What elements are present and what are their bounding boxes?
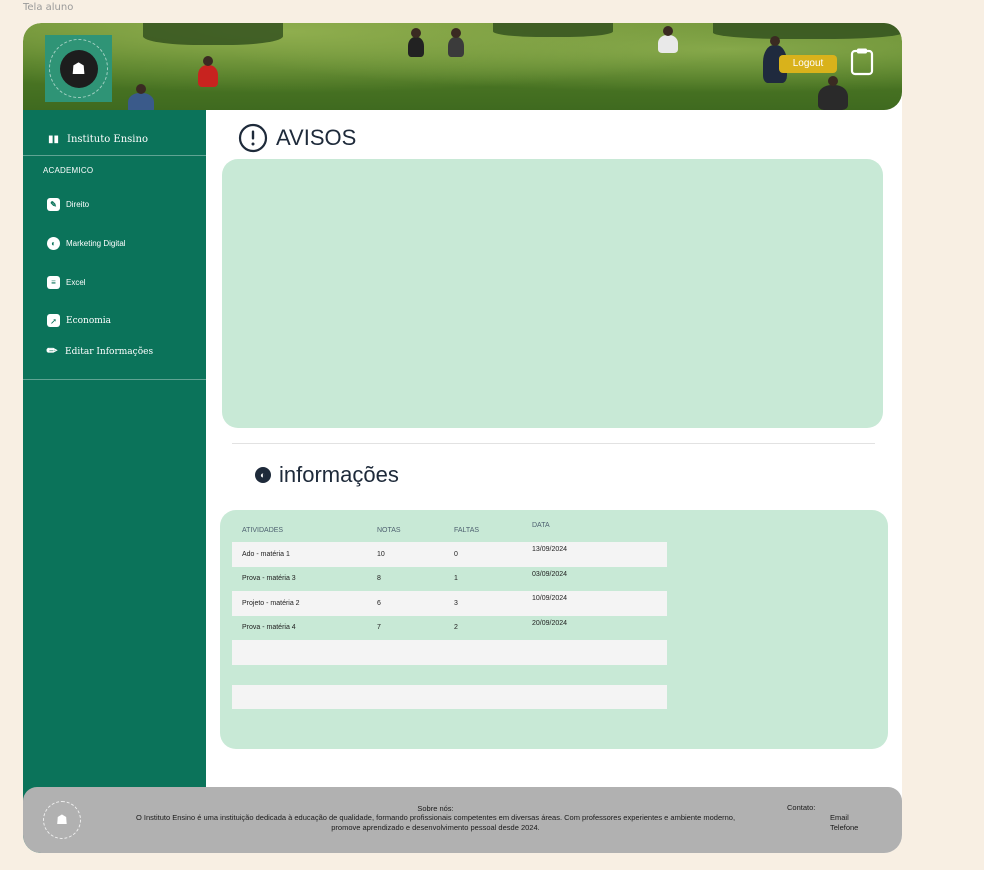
- footer-about-text: O Instituto Ensino é uma instituição ded…: [135, 813, 736, 832]
- header-banner: ☗ Logout: [23, 23, 902, 110]
- sidebar-item-label: Direito: [66, 200, 90, 209]
- table-row[interactable]: Ado - matéria 1 10 0 13/09/2024: [232, 542, 667, 567]
- banner-foliage: [493, 23, 613, 37]
- avisos-title: AVISOS: [276, 125, 357, 150]
- trend-icon: ↗: [47, 314, 60, 327]
- table-row[interactable]: Prova - matéria 3 8 1 03/09/2024: [232, 567, 667, 592]
- banner-foliage: [143, 23, 283, 45]
- sidebar-brand-label: Instituto Ensino: [67, 134, 148, 145]
- sidebar-brand[interactable]: ▮▮ Instituto Ensino: [48, 134, 148, 145]
- avisos-heading: AVISOS: [238, 123, 356, 153]
- alert-circle-icon: [238, 123, 268, 153]
- banner-person: [408, 28, 424, 57]
- banner-person: [198, 56, 218, 87]
- col-header-atividades: ATIVIDADES: [242, 526, 284, 534]
- footer-contact-phone[interactable]: Telefone: [830, 823, 858, 833]
- cell-atividade: Projeto - matéria 2: [232, 591, 367, 616]
- cell-falta: 2: [454, 624, 458, 632]
- banner-foliage: [713, 23, 902, 39]
- banner-person: [658, 26, 678, 53]
- banner-person: [128, 84, 154, 110]
- table-row-spacer: [232, 665, 667, 685]
- clipboard-icon[interactable]: [850, 47, 874, 76]
- megaphone-icon: ◐: [255, 467, 271, 483]
- logout-button[interactable]: Logout: [779, 55, 837, 73]
- cell-nota: 6: [367, 591, 444, 616]
- institute-logo: ☗: [45, 35, 112, 102]
- col-header-faltas: FALTAS: [454, 526, 480, 534]
- sidebar-item-label: Excel: [66, 278, 86, 287]
- info-title: informações: [279, 462, 399, 487]
- sidebar-item-editar-informacoes[interactable]: ✏ Editar Informações: [45, 344, 154, 359]
- sidebar-item-marketing-digital[interactable]: ◐ Marketing Digital: [47, 237, 126, 250]
- sidebar-item-label: Editar Informações: [65, 346, 154, 357]
- sidebar-divider: [23, 155, 206, 156]
- banner-person: [448, 28, 464, 57]
- col-header-notas: NOTAS: [377, 526, 401, 534]
- sidebar-divider: [23, 379, 206, 380]
- col-header-data: DATA: [532, 522, 550, 529]
- frame-label: Tela aluno: [23, 2, 74, 13]
- table-row[interactable]: Projeto - matéria 2 6 3 10/09/2024: [232, 591, 667, 616]
- footer-about-title: Sobre nós:: [417, 804, 454, 813]
- cell-falta: 0: [444, 542, 522, 567]
- footer: ☗ Sobre nós: O Instituto Ensino é uma in…: [23, 787, 902, 853]
- sidebar-item-label: Marketing Digital: [66, 239, 126, 248]
- cell-falta: 3: [444, 591, 522, 616]
- avisos-panel: [222, 159, 883, 428]
- sidebar-item-excel[interactable]: ≡ Excel: [47, 276, 86, 289]
- footer-contact-title: Contato:: [787, 803, 816, 812]
- megaphone-icon: ◐: [47, 237, 60, 250]
- table-header-row: ATIVIDADES NOTAS FALTAS DATA: [232, 518, 667, 542]
- cell-nota: 7: [377, 624, 381, 632]
- book-open-icon: ▮▮: [48, 134, 60, 145]
- table-row-empty[interactable]: [232, 640, 667, 665]
- pencil-icon: ✏: [46, 344, 58, 359]
- footer-contact-list: Email Telefone: [830, 813, 858, 832]
- cell-atividade: Prova - matéria 3: [242, 575, 296, 583]
- cell-nota: 10: [367, 542, 444, 567]
- book-icon: ✎: [47, 198, 60, 211]
- sidebar-item-label: Economia: [66, 315, 112, 326]
- table-row[interactable]: Prova - matéria 4 7 2 20/09/2024: [232, 616, 667, 641]
- footer-contact-email[interactable]: Email: [830, 813, 858, 823]
- section-divider: [232, 443, 875, 444]
- table-row-empty[interactable]: [232, 684, 667, 709]
- cell-atividade: Ado - matéria 1: [232, 542, 367, 567]
- cell-data: 03/09/2024: [532, 570, 568, 578]
- cell-data: 20/09/2024: [532, 619, 568, 627]
- cell-nota: 8: [377, 575, 381, 583]
- info-panel: ATIVIDADES NOTAS FALTAS DATA Ado - matér…: [220, 510, 888, 749]
- cell-data: 13/09/2024: [522, 542, 667, 567]
- sidebar: ▮▮ Instituto Ensino ACADEMICO ✎ Direito …: [23, 110, 206, 853]
- clipboard-icon: ≡: [47, 276, 60, 289]
- grades-table: ATIVIDADES NOTAS FALTAS DATA Ado - matér…: [232, 518, 667, 709]
- sidebar-item-direito[interactable]: ✎ Direito: [47, 198, 89, 211]
- banner-person: [818, 76, 848, 110]
- info-heading: ◐ informações: [255, 462, 399, 488]
- student-screen: ☗ Logout ▮▮ Instituto Ensino ACADEMICO ✎…: [23, 23, 902, 853]
- cell-falta: 1: [454, 575, 458, 583]
- sidebar-item-economia[interactable]: ↗ Economia: [47, 314, 111, 327]
- cell-data: 10/09/2024: [522, 591, 667, 616]
- cell-atividade: Prova - matéria 4: [242, 624, 296, 632]
- sidebar-section-title: ACADEMICO: [43, 166, 94, 175]
